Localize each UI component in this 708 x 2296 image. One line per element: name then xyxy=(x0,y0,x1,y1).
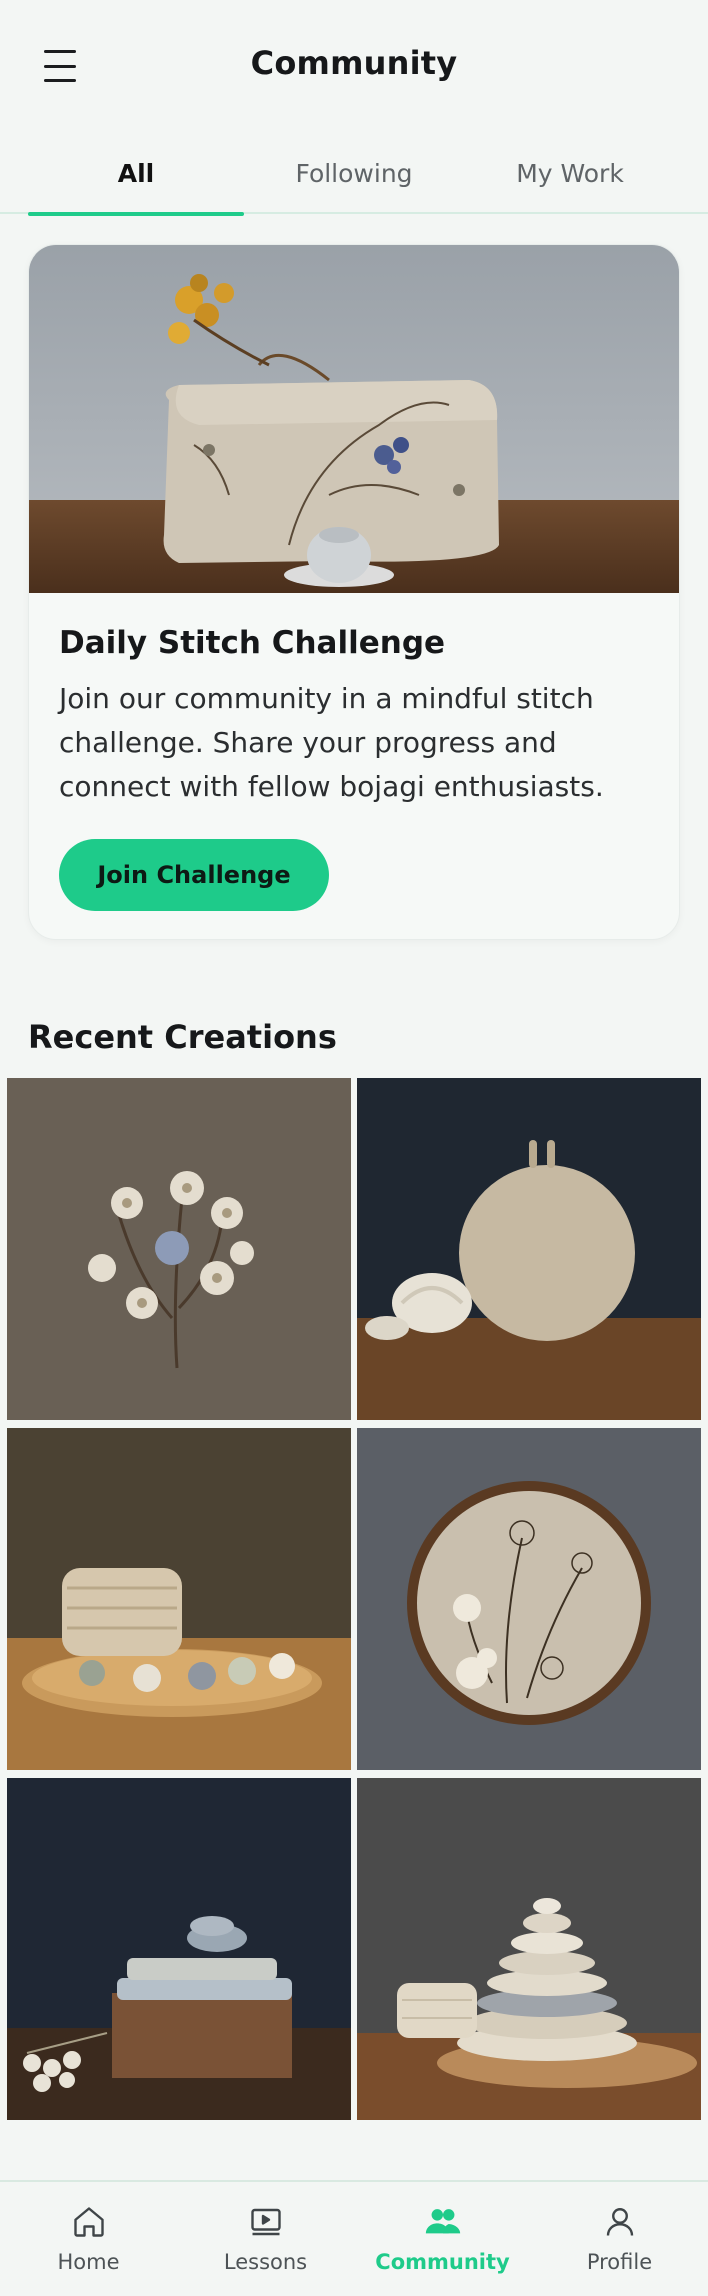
creation-image xyxy=(7,1078,351,1420)
lessons-icon xyxy=(246,2202,286,2242)
tab-my-work[interactable]: My Work xyxy=(462,132,678,214)
community-icon xyxy=(423,2202,463,2242)
tab-bar: All Following My Work xyxy=(0,132,708,216)
nav-community-label: Community xyxy=(375,2250,510,2274)
profile-icon xyxy=(600,2202,640,2242)
nav-profile-label: Profile xyxy=(586,2250,653,2274)
nav-profile[interactable]: Profile xyxy=(531,2182,708,2296)
challenge-card: Daily Stitch Challenge Join our communit… xyxy=(28,244,680,940)
creation-image xyxy=(357,1778,701,2120)
creation-tile-folded-cloth[interactable] xyxy=(7,1778,351,2120)
nav-home[interactable]: Home xyxy=(0,2182,177,2296)
home-icon xyxy=(69,2202,109,2242)
tab-all[interactable]: All xyxy=(28,132,244,216)
creation-image xyxy=(7,1778,351,2120)
creation-tile-embroidery-hoop[interactable] xyxy=(357,1428,701,1770)
creation-image xyxy=(357,1078,701,1420)
challenge-image xyxy=(29,245,679,593)
creation-image xyxy=(7,1428,351,1770)
creation-tile-flowers[interactable] xyxy=(7,1078,351,1420)
recent-creations-title: Recent Creations xyxy=(28,1018,337,1056)
nav-home-label: Home xyxy=(57,2250,120,2274)
creation-tile-plate-stack[interactable] xyxy=(7,1428,351,1770)
app-header: Community xyxy=(0,0,708,132)
join-challenge-button[interactable]: Join Challenge xyxy=(59,839,329,911)
bottom-nav: Home Lessons Community Profile xyxy=(0,2180,708,2296)
page-title: Community xyxy=(250,44,458,82)
challenge-description: Join our community in a mindful stitch c… xyxy=(59,682,604,803)
nav-lessons[interactable]: Lessons xyxy=(177,2182,354,2296)
nav-community[interactable]: Community xyxy=(354,2182,531,2296)
challenge-title: Daily Stitch Challenge xyxy=(59,625,446,661)
creation-tile-textile-tower[interactable] xyxy=(357,1778,701,2120)
tab-following[interactable]: Following xyxy=(246,132,462,214)
creation-tile-hoop-yarn[interactable] xyxy=(357,1078,701,1420)
nav-lessons-label: Lessons xyxy=(223,2250,308,2274)
creation-image xyxy=(357,1428,701,1770)
